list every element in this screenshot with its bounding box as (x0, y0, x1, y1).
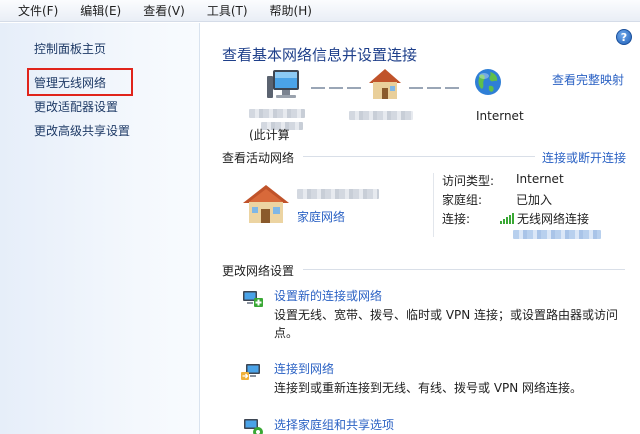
left-task-pane: 控制面板主页 管理无线网络 更改适配器设置 更改高级共享设置 (0, 23, 200, 434)
blurred-computer-name (249, 109, 305, 118)
wireless-connection-link[interactable]: 无线网络连接 (517, 210, 589, 227)
blurred-network-name (349, 111, 413, 120)
setup-new-connection-desc: 设置无线、宽带、拨号、临时或 VPN 连接；或设置路由器或访问点。 (274, 308, 619, 340)
blurred-active-network-name (297, 189, 379, 199)
help-icon[interactable]: ? (616, 29, 632, 45)
connect-to-network-desc: 连接到或重新连接到无线、有线、拨号或 VPN 网络连接。 (274, 381, 583, 395)
change-section-divider (303, 269, 625, 270)
view-full-map-link[interactable]: 查看完整映射 (552, 71, 624, 88)
change-settings-heading: 更改网络设置 (222, 264, 295, 278)
map-connector-1 (311, 87, 361, 89)
wifi-signal-icon (500, 213, 514, 224)
menu-view[interactable]: 查看(V) (143, 2, 185, 19)
homegroup-joined-link[interactable]: 已加入 (516, 191, 552, 208)
connect-disconnect-link[interactable]: 连接或断开连接 (542, 149, 626, 166)
active-networks-heading: 查看活动网络 (222, 151, 295, 165)
manage-wireless-networks-link[interactable]: 管理无线网络 (34, 74, 106, 91)
page-title: 查看基本网络信息并设置连接 (222, 46, 418, 64)
control-panel-home-link[interactable]: 控制面板主页 (34, 40, 106, 57)
home-network-type-link[interactable]: 家庭网络 (297, 208, 345, 225)
menu-tools[interactable]: 工具(T) (207, 2, 248, 19)
change-advanced-sharing-link[interactable]: 更改高级共享设置 (34, 122, 130, 139)
computer-label: (此计算 (249, 128, 290, 142)
menu-edit[interactable]: 编辑(E) (80, 2, 121, 19)
connect-to-network-link[interactable]: 连接到网络 (274, 360, 334, 377)
blurred-ssid (513, 230, 601, 239)
homegroup-label: 家庭组: (442, 193, 483, 207)
connect-network-icon (241, 364, 260, 380)
homegroup-sharing-icon (244, 419, 263, 434)
computer-icon (267, 70, 299, 98)
internet-globe-icon (475, 69, 501, 95)
menu-bar: 文件(F) 编辑(E) 查看(V) 工具(T) 帮助(H) (0, 0, 640, 22)
access-type-label: 访问类型: (442, 174, 495, 188)
change-adapter-settings-link[interactable]: 更改适配器设置 (34, 98, 118, 115)
home-network-icon (369, 69, 401, 99)
home-network-large-icon (243, 185, 289, 223)
setup-connection-icon (243, 291, 263, 307)
active-section-divider (303, 156, 535, 157)
main-content: ? 查看基本网络信息并设置连接 查看完整映射 (此计算 Internet 查看活… (201, 23, 640, 434)
connection-label: 连接: (442, 212, 471, 226)
access-type-value: Internet (516, 172, 564, 186)
map-connector-2 (409, 87, 461, 89)
info-divider (433, 173, 434, 237)
menu-file[interactable]: 文件(F) (18, 2, 58, 19)
menu-help[interactable]: 帮助(H) (270, 2, 312, 19)
setup-new-connection-link[interactable]: 设置新的连接或网络 (274, 287, 382, 304)
internet-label: Internet (476, 109, 524, 123)
homegroup-sharing-link[interactable]: 选择家庭组和共享选项 (274, 416, 394, 433)
